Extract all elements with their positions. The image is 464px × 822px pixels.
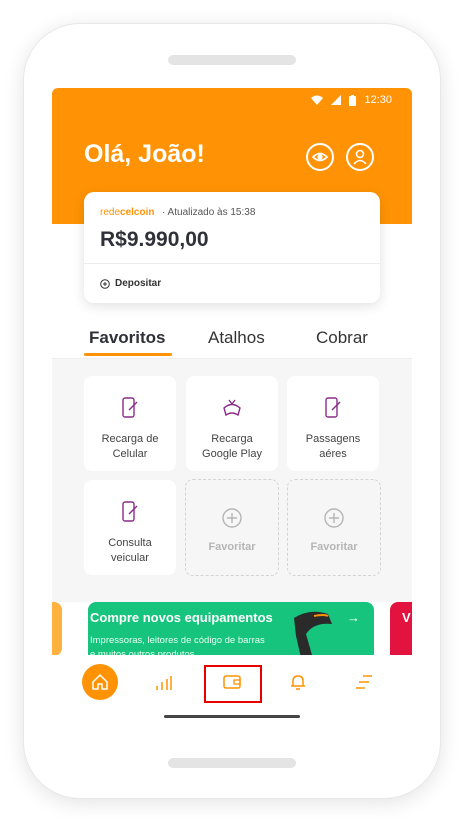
profile-icon[interactable] — [346, 143, 374, 171]
updated-time: · Atualizado às 15:38 — [162, 207, 256, 218]
deposit-label: Depositar — [115, 278, 162, 289]
banner-title: Compre novos equipamentos — [90, 610, 273, 625]
tab-cobrar[interactable]: Cobrar — [316, 328, 368, 348]
banner-previous-peek[interactable] — [52, 602, 62, 656]
deposit-button[interactable]: Depositar — [100, 278, 161, 289]
status-bar: 12:30 — [311, 94, 392, 106]
barcode-scanner-icon — [294, 611, 332, 662]
favorite-add-label: Favoritar — [310, 541, 358, 553]
battery-icon — [349, 94, 357, 106]
phone-speaker — [168, 55, 296, 65]
signal-icon — [331, 95, 342, 105]
home-indicator[interactable] — [164, 715, 300, 718]
nav-menu[interactable] — [354, 672, 374, 692]
brand-logo: redecelcoin — [100, 207, 155, 218]
favorite-label: Recarga de Celular — [101, 433, 159, 460]
favorite-label: Recarga Google Play — [202, 433, 262, 460]
tab-favoritos[interactable]: Favoritos — [89, 328, 166, 348]
balance-card: redecelcoin · Atualizado às 15:38 R$9.99… — [84, 192, 380, 303]
plus-circle-icon — [100, 278, 110, 289]
home-icon — [92, 674, 108, 690]
wallet-highlight-box — [204, 665, 262, 703]
nav-notifications[interactable] — [288, 672, 308, 692]
phone-bottom-speaker — [168, 758, 296, 768]
favorite-add-slot[interactable]: Favoritar — [185, 479, 279, 576]
wifi-icon — [311, 95, 324, 105]
tab-atalhos[interactable]: Atalhos — [208, 328, 265, 348]
banner-next-peek[interactable]: V — [390, 602, 412, 662]
favorite-recarga-google-play[interactable]: Recarga Google Play — [186, 376, 278, 471]
arrow-right-icon[interactable]: → — [347, 610, 360, 625]
eye-icon[interactable] — [306, 143, 334, 171]
active-tab-indicator — [84, 353, 172, 356]
promo-banner[interactable]: Compre novos equipamentos Impressoras, l… — [88, 602, 374, 662]
favorite-add-label: Favoritar — [208, 541, 256, 553]
favorite-passagens[interactable]: Passagens aéres — [287, 376, 379, 471]
card-divider — [84, 263, 380, 264]
menu-icon — [356, 675, 372, 689]
nav-home[interactable] — [82, 664, 118, 700]
favorites-grid: Recarga de Celular Recarga Google Play P… — [52, 359, 412, 602]
status-time: 12:30 — [364, 94, 392, 106]
app-screen: 12:30 Olá, João! redecelcoin · Atualizad… — [52, 88, 412, 728]
ticket-icon — [324, 396, 342, 420]
add-circle-icon — [323, 506, 345, 530]
greeting-title: Olá, João! — [84, 140, 205, 168]
bell-icon — [291, 675, 305, 690]
favorite-label: Consulta veicular — [108, 537, 152, 564]
chart-icon — [156, 676, 172, 690]
favorite-recarga-celular[interactable]: Recarga de Celular — [84, 376, 176, 471]
favorite-label: Passagens aéres — [305, 433, 361, 460]
favorite-add-slot[interactable]: Favoritar — [287, 479, 381, 576]
add-circle-icon — [221, 506, 243, 530]
gamepad-icon — [221, 396, 243, 420]
balance-amount: R$9.990,00 — [100, 228, 209, 251]
favorite-consulta-veicular[interactable]: Consulta veicular — [84, 480, 176, 575]
phone-recharge-icon — [121, 396, 139, 420]
banner-next-title: V — [402, 610, 411, 625]
vehicle-check-icon — [121, 500, 139, 524]
nav-statistics[interactable] — [154, 673, 174, 693]
